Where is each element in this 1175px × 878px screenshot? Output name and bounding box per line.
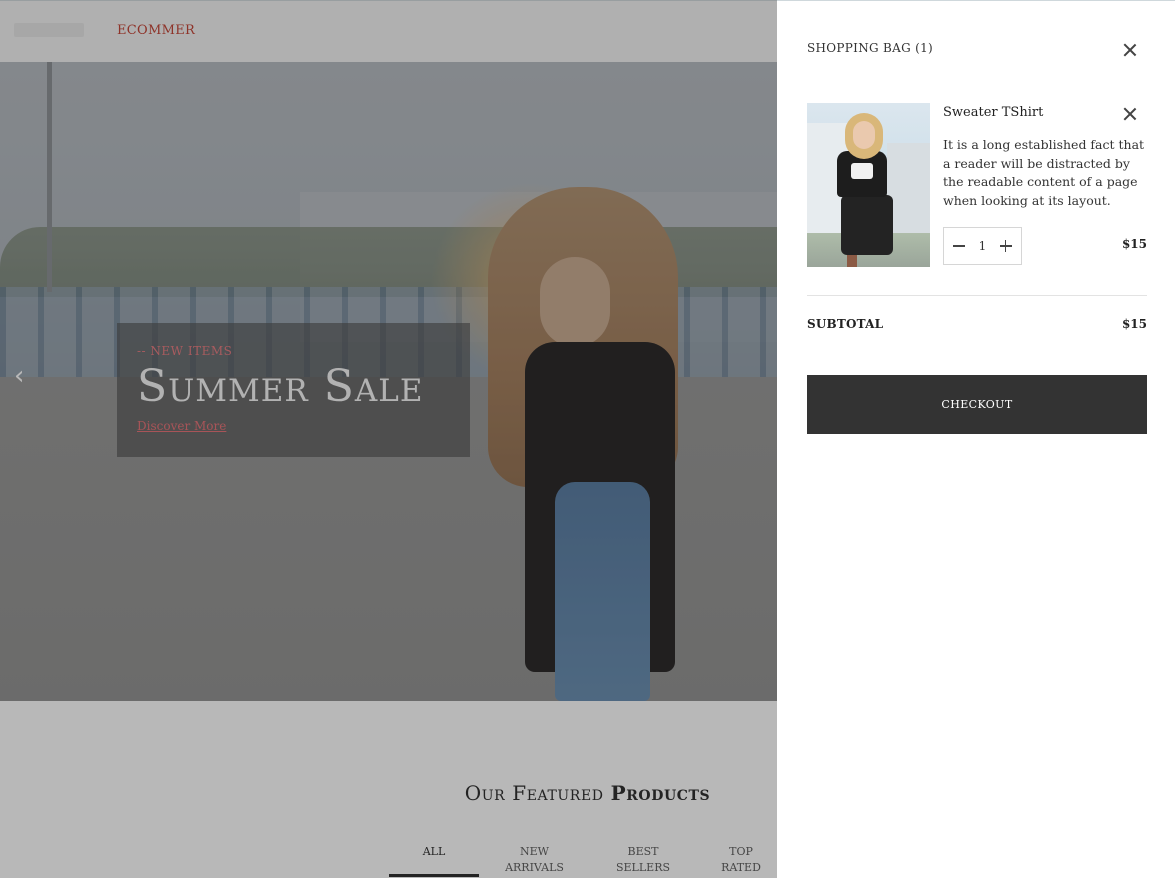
thumb-shirt-print: [851, 163, 873, 179]
divider: [807, 295, 1147, 296]
drawer-backdrop[interactable]: [0, 0, 777, 878]
thumb-building-2: [887, 143, 930, 233]
remove-item-icon[interactable]: [1123, 107, 1137, 121]
minus-icon[interactable]: [952, 239, 966, 253]
subtotal-label: SUBTOTAL: [807, 317, 884, 331]
quantity-stepper: 1: [943, 227, 1022, 265]
product-name[interactable]: Sweater TShirt: [943, 105, 1043, 120]
product-thumbnail[interactable]: [807, 103, 930, 267]
plus-icon[interactable]: [999, 239, 1013, 253]
thumb-model-legs: [841, 195, 893, 255]
thumb-model-face: [853, 121, 875, 149]
quantity-value[interactable]: 1: [979, 239, 987, 253]
shopping-bag-drawer: SHOPPING BAG (1) Sweater TShirt It is a …: [777, 0, 1175, 878]
close-icon[interactable]: [1123, 43, 1137, 57]
subtotal-value: $15: [1121, 317, 1147, 331]
product-description: It is a long established fact that a rea…: [943, 137, 1145, 209]
checkout-button[interactable]: CHECKOUT: [807, 375, 1147, 434]
drawer-title: SHOPPING BAG (1): [807, 41, 933, 55]
product-price: $15: [1121, 237, 1147, 251]
